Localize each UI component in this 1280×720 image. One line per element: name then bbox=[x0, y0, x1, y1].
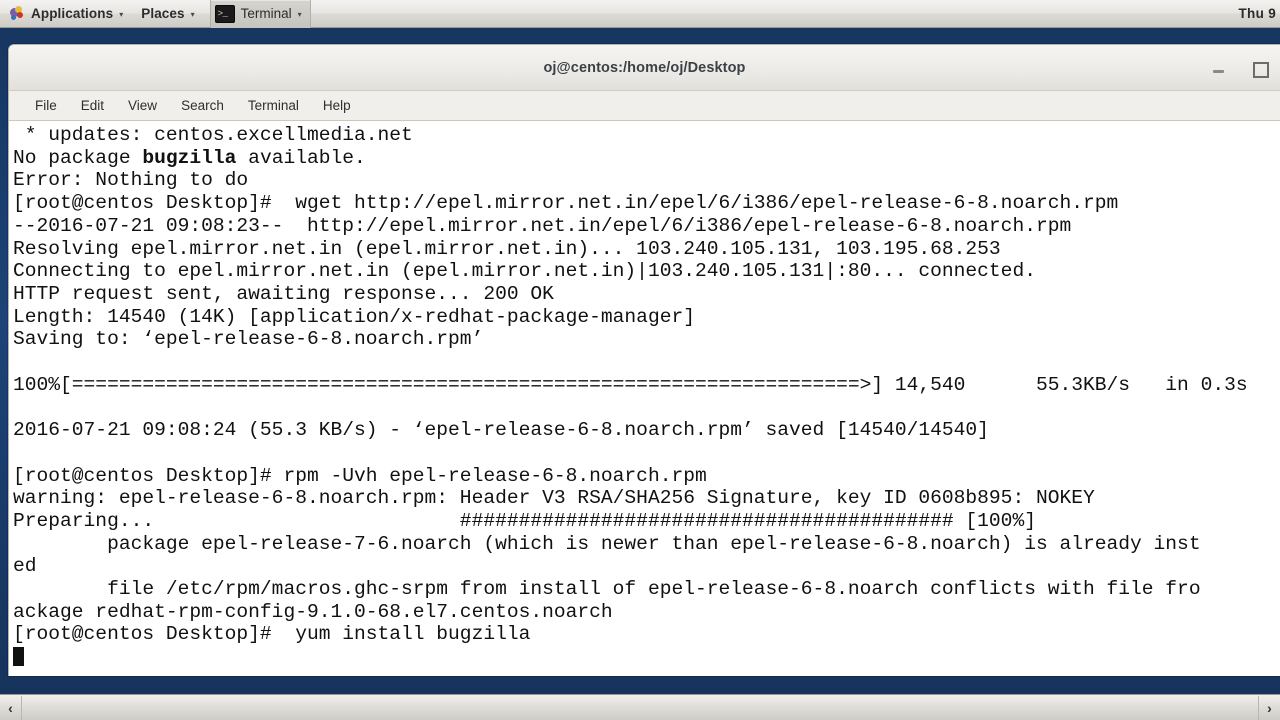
menu-file[interactable]: File bbox=[23, 91, 69, 121]
terminal-window: oj@centos:/home/oj/Desktop File Edit Vie… bbox=[8, 44, 1280, 676]
chevron-down-icon: ▾ bbox=[119, 9, 124, 19]
applications-menu-label: Applications bbox=[31, 6, 114, 21]
taskbar-item-terminal[interactable]: >_ Terminal ▾ bbox=[209, 0, 311, 28]
menu-bar: File Edit View Search Terminal Help bbox=[9, 91, 1280, 121]
places-menu[interactable]: Places ▾ bbox=[132, 0, 203, 28]
clock[interactable]: Thu 9 bbox=[1239, 6, 1280, 21]
taskbar-item-label: Terminal bbox=[240, 6, 292, 21]
places-menu-label: Places bbox=[141, 6, 185, 21]
minimize-button[interactable] bbox=[1210, 59, 1228, 77]
chevron-down-icon: ▾ bbox=[297, 9, 302, 19]
workspace-next-arrow-icon[interactable]: › bbox=[1258, 695, 1280, 720]
window-titlebar[interactable]: oj@centos:/home/oj/Desktop bbox=[9, 45, 1280, 91]
desktop-screen: Applications ▾ Places ▾ >_ Terminal ▾ Th… bbox=[0, 0, 1280, 720]
menu-help[interactable]: Help bbox=[311, 91, 363, 121]
menu-search[interactable]: Search bbox=[169, 91, 236, 121]
top-panel: Applications ▾ Places ▾ >_ Terminal ▾ Th… bbox=[0, 0, 1280, 28]
gnome-foot-icon bbox=[9, 5, 25, 22]
applications-menu[interactable]: Applications ▾ bbox=[0, 0, 132, 28]
window-title: oj@centos:/home/oj/Desktop bbox=[543, 59, 746, 76]
terminal-text: * updates: centos.excellmedia.net No pac… bbox=[13, 124, 1280, 669]
menu-edit[interactable]: Edit bbox=[69, 91, 116, 121]
menu-terminal[interactable]: Terminal bbox=[236, 91, 311, 121]
maximize-button[interactable] bbox=[1250, 59, 1269, 78]
workspace-previous-arrow-icon[interactable]: ‹ bbox=[0, 695, 22, 720]
chevron-down-icon: ▾ bbox=[190, 9, 195, 19]
window-controls bbox=[1210, 45, 1276, 91]
menu-view[interactable]: View bbox=[116, 91, 169, 121]
window-list-area bbox=[22, 695, 1258, 720]
bottom-panel: ‹ › bbox=[0, 694, 1280, 720]
terminal-icon: >_ bbox=[214, 4, 235, 23]
terminal-output-area[interactable]: * updates: centos.excellmedia.net No pac… bbox=[9, 122, 1280, 676]
